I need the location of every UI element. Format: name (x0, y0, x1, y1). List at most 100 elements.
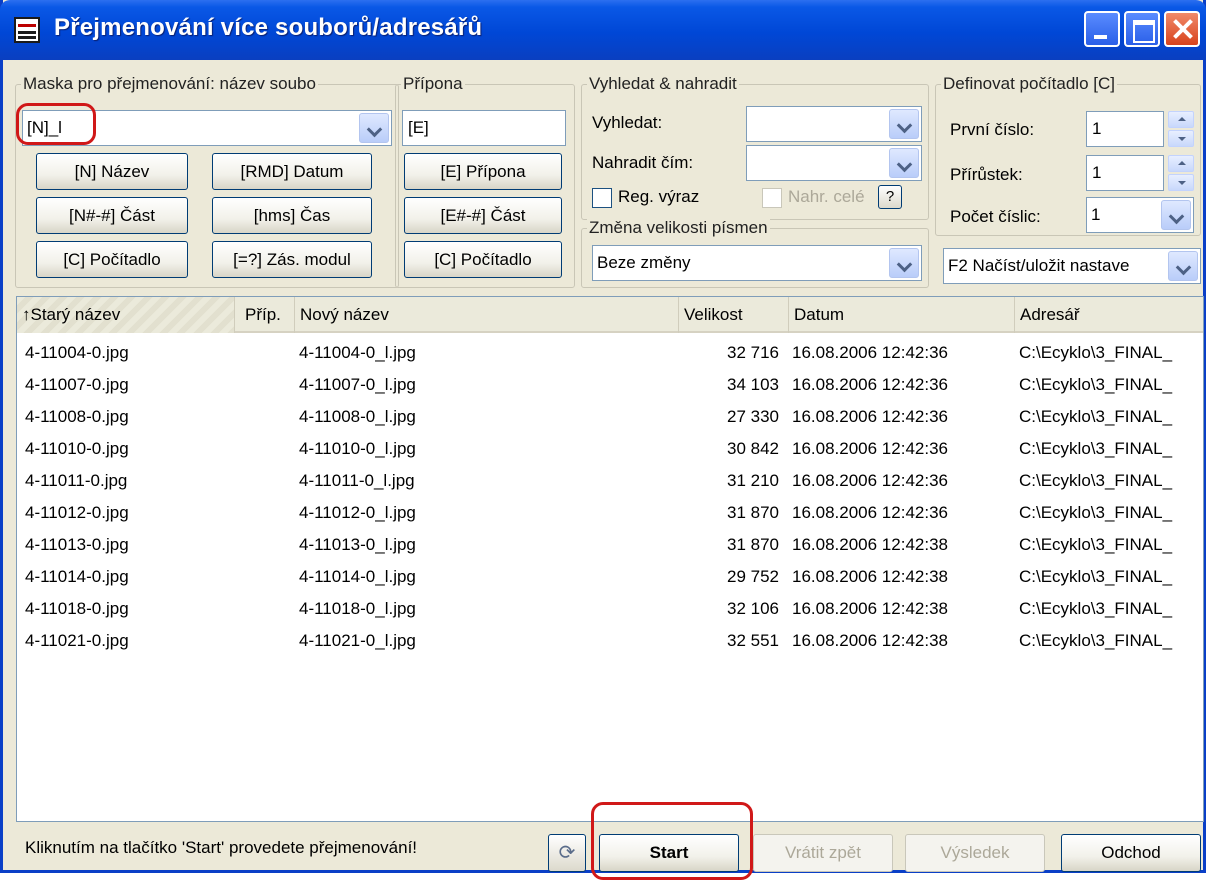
spin-up-icon[interactable] (1168, 155, 1194, 172)
table-row[interactable]: 4-11018-0.jpg 4-11018-0_l.jpg 32 106 16.08.… (17, 593, 1203, 625)
insert-time-button[interactable]: [hms] Čas (212, 197, 372, 234)
cell-size: 32 716 (727, 343, 779, 362)
cell-new-name: 4-11007-0_l.jpg (299, 375, 416, 394)
chevron-down-icon[interactable] (1168, 251, 1198, 281)
title-bar[interactable]: Přejmenování více souborů/adresářů (0, 0, 1206, 60)
insert-extension-counter-button[interactable]: [C] Počítadlo (404, 241, 562, 278)
chevron-down-icon[interactable] (1161, 200, 1191, 230)
cell-date: 16.08.2006 12:42:38 (792, 599, 948, 618)
refresh-icon[interactable]: ⟳ (548, 834, 586, 872)
cell-directory: C:\Ecyklo\3_FINAL_ (1019, 439, 1173, 458)
table-row[interactable]: 4-11004-0.jpg 4-11004-0_l.jpg 32 716 16.08.… (17, 337, 1203, 369)
minimize-button[interactable] (1084, 11, 1120, 47)
cell-old-name: 4-11011-0.jpg (25, 471, 128, 490)
cell-new-name: 4-11012-0_l.jpg (299, 503, 416, 522)
cell-date: 16.08.2006 12:42:36 (792, 471, 948, 490)
settings-combo[interactable]: F2 Načíst/uložit nastave (943, 248, 1201, 284)
first-number-value: 1 (1092, 119, 1102, 138)
cell-old-name: 4-11021-0.jpg (25, 631, 129, 650)
table-row[interactable]: 4-11012-0.jpg 4-11012-0_l.jpg 31 870 16.08.… (17, 497, 1203, 529)
cell-directory: C:\Ecyklo\3_FINAL_ (1019, 567, 1173, 586)
insert-name-button[interactable]: [N] Název (36, 153, 188, 190)
extension-input[interactable]: [E] (402, 110, 566, 146)
cell-new-name: 4-11010-0_l.jpg (299, 439, 416, 458)
find-label: Vyhledat: (592, 113, 663, 132)
column-extension[interactable]: Příp. (235, 297, 295, 333)
case-combo[interactable]: Beze změny (592, 245, 922, 281)
cell-size: 31 870 (727, 535, 779, 554)
regex-help-button[interactable]: ? (878, 185, 902, 209)
cell-size: 27 330 (727, 407, 779, 426)
table-row[interactable]: 4-11010-0.jpg 4-11010-0_l.jpg 30 842 16.08.… (17, 433, 1203, 465)
find-combo[interactable] (746, 106, 922, 142)
chevron-down-icon[interactable] (359, 113, 389, 143)
mask-group: Maska pro přejmenování: název soubo [N]_… (15, 74, 399, 288)
digits-combo[interactable]: 1 (1086, 197, 1194, 233)
case-group: Změna velikosti písmen Beze změny (581, 218, 929, 288)
column-size[interactable]: Velikost (679, 297, 789, 333)
spin-up-icon[interactable] (1168, 111, 1194, 128)
insert-counter-button[interactable]: [C] Počítadlo (36, 241, 188, 278)
cell-new-name: 4-11021-0_l.jpg (299, 631, 416, 650)
mask-value: [N]_l (27, 118, 62, 137)
step-spinner[interactable] (1168, 155, 1194, 191)
step-input[interactable]: 1 (1086, 155, 1164, 191)
cell-size: 31 870 (727, 503, 779, 522)
cell-old-name: 4-11008-0.jpg (25, 407, 129, 426)
cell-new-name: 4-11014-0_l.jpg (299, 567, 416, 586)
spin-down-icon[interactable] (1168, 130, 1194, 147)
search-replace-group: Vyhledat & nahradit Vyhledat: Nahradit č… (581, 74, 929, 220)
chevron-down-icon[interactable] (889, 148, 919, 178)
mask-legend: Maska pro přejmenování: název soubo (21, 74, 318, 94)
table-row[interactable]: 4-11013-0.jpg 4-11013-0_l.jpg 31 870 16.08.… (17, 529, 1203, 561)
table-row[interactable]: 4-11014-0.jpg 4-11014-0_l.jpg 29 752 16.08.… (17, 561, 1203, 593)
result-button[interactable]: Výsledek (905, 834, 1045, 872)
insert-plugin-button[interactable]: [=?] Zás. modul (212, 241, 372, 278)
insert-extension-part-button[interactable]: [E#-#] Část (404, 197, 562, 234)
window-title: Přejmenování více souborů/adresářů (54, 14, 483, 41)
search-legend: Vyhledat & nahradit (587, 74, 739, 94)
cell-old-name: 4-11013-0.jpg (25, 535, 129, 554)
cell-old-name: 4-11007-0.jpg (25, 375, 129, 394)
cell-size: 29 752 (727, 567, 779, 586)
cell-date: 16.08.2006 12:42:36 (792, 439, 948, 458)
first-number-input[interactable]: 1 (1086, 111, 1164, 147)
table-row[interactable]: 4-11021-0.jpg 4-11021-0_l.jpg 32 551 16.08.… (17, 625, 1203, 657)
column-new-name[interactable]: Nový název (295, 297, 679, 333)
insert-extension-button[interactable]: [E] Přípona (404, 153, 562, 190)
cell-date: 16.08.2006 12:42:36 (792, 343, 948, 362)
cell-directory: C:\Ecyklo\3_FINAL_ (1019, 503, 1173, 522)
first-number-spinner[interactable] (1168, 111, 1194, 147)
exit-button[interactable]: Odchod (1061, 834, 1201, 872)
column-directory[interactable]: Adresář (1015, 297, 1203, 333)
insert-date-button[interactable]: [RMD] Datum (212, 153, 372, 190)
maximize-button[interactable] (1124, 11, 1160, 47)
mask-combo[interactable]: [N]_l (22, 110, 392, 146)
table-row[interactable]: 4-11011-0.jpg 4-11011-0_l.jpg 31 210 16.08.… (17, 465, 1203, 497)
undo-button[interactable]: Vrátit zpět (753, 834, 893, 872)
step-value: 1 (1092, 163, 1102, 182)
app-icon (14, 17, 40, 43)
regex-checkbox[interactable] (592, 188, 612, 208)
cell-size: 32 106 (727, 599, 779, 618)
first-number-label: První číslo: (950, 120, 1035, 139)
chevron-down-icon[interactable] (889, 248, 919, 278)
replace-combo[interactable] (746, 145, 922, 181)
cell-directory: C:\Ecyklo\3_FINAL_ (1019, 471, 1173, 490)
replace-all-checkbox[interactable] (762, 188, 782, 208)
table-row[interactable]: 4-11007-0.jpg 4-11007-0_l.jpg 34 103 16.08.… (17, 369, 1203, 401)
file-list[interactable]: ↑Starý název Příp. Nový název Velikost D… (16, 296, 1204, 822)
insert-name-part-button[interactable]: [N#-#] Část (36, 197, 188, 234)
cell-new-name: 4-11004-0_l.jpg (299, 343, 416, 362)
table-row[interactable]: 4-11008-0.jpg 4-11008-0_l.jpg 27 330 16.08.… (17, 401, 1203, 433)
column-old-name[interactable]: ↑Starý název (17, 297, 235, 333)
counter-group: Definovat počítadlo [C] První číslo: 1 P… (935, 74, 1201, 236)
spin-down-icon[interactable] (1168, 174, 1194, 191)
chevron-down-icon[interactable] (889, 109, 919, 139)
list-header: ↑Starý název Příp. Nový název Velikost D… (17, 297, 1203, 333)
cell-size: 34 103 (727, 375, 779, 394)
cell-old-name: 4-11014-0.jpg (25, 567, 129, 586)
close-button[interactable] (1164, 11, 1200, 47)
column-date[interactable]: Datum (789, 297, 1015, 333)
start-button[interactable]: Start (599, 834, 739, 872)
